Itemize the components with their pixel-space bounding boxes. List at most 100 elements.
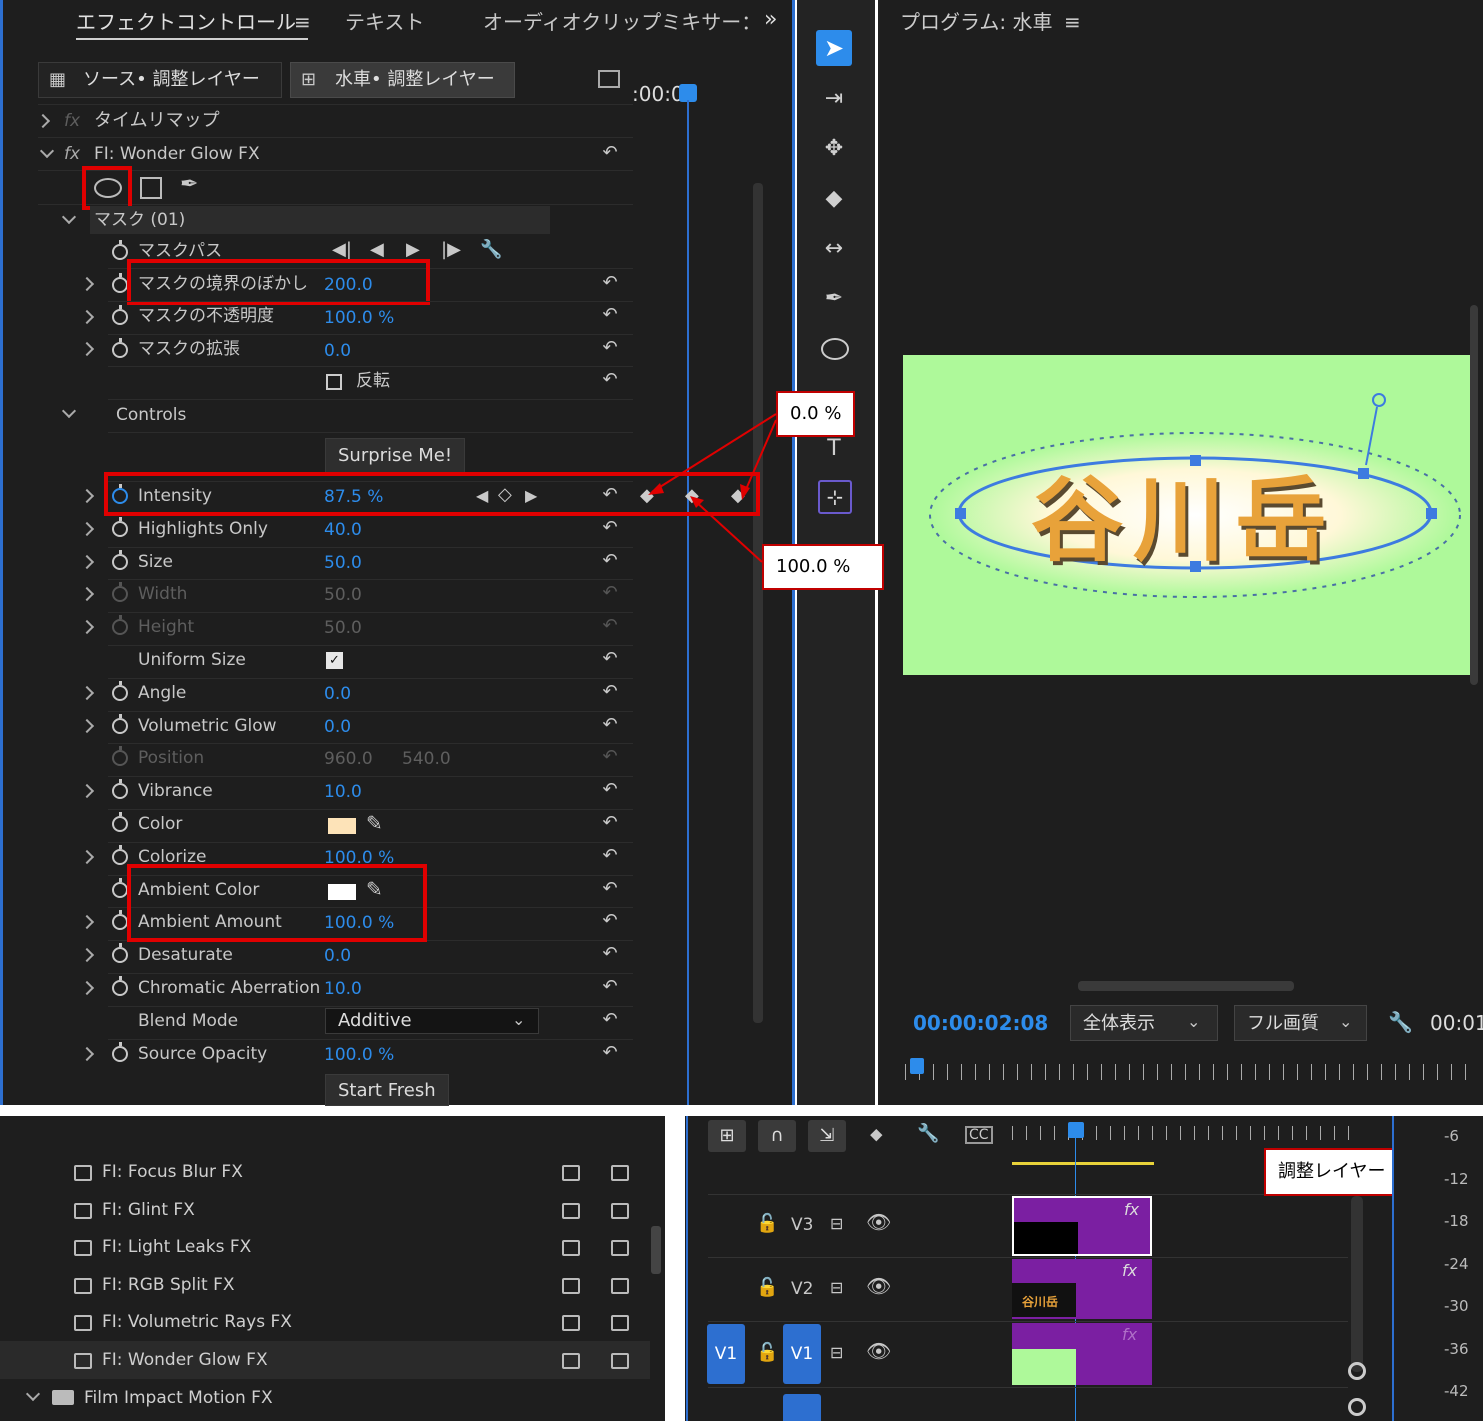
stopwatch-icon[interactable] xyxy=(112,943,128,963)
effect-item[interactable]: FI: Focus Blur FX xyxy=(102,1162,243,1182)
effects-scrollbar[interactable] xyxy=(651,1226,661,1274)
eyedropper-icon[interactable]: ✎ xyxy=(366,813,383,833)
stopwatch-icon[interactable] xyxy=(112,305,128,325)
reset-icon[interactable]: ↶ xyxy=(598,945,622,963)
reset-icon[interactable]: ↶ xyxy=(598,814,622,832)
param-value[interactable]: 10.0 xyxy=(324,782,362,802)
reset-icon[interactable]: ↶ xyxy=(598,781,622,799)
stopwatch-icon[interactable] xyxy=(112,681,128,701)
effect-item[interactable]: FI: Glint FX xyxy=(102,1200,195,1220)
reset-icon[interactable]: ↶ xyxy=(598,1011,622,1029)
sequence-selector[interactable]: ⊞ 水車• 調整レイヤー xyxy=(290,62,515,98)
monitor-scrollbar[interactable] xyxy=(1078,981,1294,991)
program-timecode[interactable]: 00:00:02:08 xyxy=(913,1013,1048,1033)
stopwatch-icon[interactable] xyxy=(112,615,128,635)
track-back-icon[interactable]: ◀ xyxy=(370,240,384,260)
reset-icon[interactable]: ↶ xyxy=(598,339,622,357)
reset-icon[interactable]: ↶ xyxy=(598,584,622,602)
uniform-size-checkbox[interactable]: ✓ xyxy=(326,652,343,669)
type-tool[interactable]: T xyxy=(819,434,849,464)
eye-icon[interactable]: 👁 xyxy=(866,1341,891,1361)
sync-lock-icon[interactable]: ⊟ xyxy=(830,1214,843,1234)
reset-icon[interactable]: ↶ xyxy=(598,650,622,668)
wrench-icon[interactable]: 🔧 xyxy=(917,1124,939,1144)
tab-text[interactable]: テキスト xyxy=(345,12,424,32)
reset-icon[interactable]: ↶ xyxy=(598,978,622,996)
wrench-icon[interactable]: 🔧 xyxy=(480,240,502,260)
reset-icon[interactable]: ↶ xyxy=(598,274,622,292)
eye-icon[interactable]: 👁 xyxy=(866,1276,891,1296)
lock-icon[interactable]: 🔓 xyxy=(756,1343,778,1363)
snap-button[interactable]: ∩ xyxy=(758,1120,796,1152)
monitor-ruler[interactable] xyxy=(905,1064,1475,1080)
adjustment-layer-clip[interactable]: fx xyxy=(1012,1196,1152,1256)
selection-tool[interactable]: ➤ xyxy=(816,30,852,66)
stopwatch-icon[interactable] xyxy=(112,550,128,570)
reset-icon[interactable]: ↶ xyxy=(598,683,622,701)
ellipse-tool[interactable] xyxy=(821,338,849,360)
param-value[interactable]: 960.0 xyxy=(324,749,373,769)
reset-icon[interactable]: ↶ xyxy=(598,306,622,324)
rectangle-mask-icon[interactable] xyxy=(140,177,162,199)
param-value[interactable]: 100.0 % xyxy=(324,1045,394,1065)
stopwatch-icon[interactable] xyxy=(112,517,128,537)
text-area-tool[interactable]: ⊹ xyxy=(818,480,852,514)
fx-toggle-icon[interactable]: fx xyxy=(64,144,80,164)
effect-item[interactable]: FI: RGB Split FX xyxy=(102,1275,235,1295)
tab-audio-clip-mixer[interactable]: オーディオクリップミキサー：カ xyxy=(483,12,758,32)
timeline-vscroll[interactable] xyxy=(1351,1196,1363,1372)
stopwatch-icon[interactable] xyxy=(112,714,128,734)
reset-icon[interactable]: ↶ xyxy=(598,144,622,162)
stopwatch-icon[interactable] xyxy=(112,976,128,996)
reset-icon[interactable]: ↶ xyxy=(598,617,622,635)
work-area-bar[interactable] xyxy=(1012,1162,1154,1165)
param-value[interactable]: 10.0 xyxy=(324,979,362,999)
scroll-handle[interactable] xyxy=(1348,1398,1366,1416)
stopwatch-icon[interactable] xyxy=(112,1042,128,1062)
blend-mode-dropdown[interactable]: Additive ⌄ xyxy=(325,1008,539,1034)
color-matte-clip[interactable]: fx xyxy=(1012,1323,1152,1385)
effect-item[interactable]: FI: Volumetric Rays FX xyxy=(102,1312,292,1332)
reset-icon[interactable]: ↶ xyxy=(598,912,622,930)
param-value[interactable]: 50.0 xyxy=(324,553,362,573)
title-clip[interactable]: 谷川岳 fx xyxy=(1012,1259,1152,1319)
param-value[interactable]: 50.0 xyxy=(324,585,362,605)
tab-effect-controls[interactable]: エフェクトコントロール xyxy=(76,12,296,32)
sync-lock-icon[interactable]: ⊟ xyxy=(830,1278,843,1298)
lock-icon[interactable]: 🔓 xyxy=(756,1214,778,1234)
stopwatch-icon[interactable] xyxy=(112,910,128,930)
scroll-handle[interactable] xyxy=(1348,1362,1366,1380)
razor-tool[interactable]: ◆ xyxy=(819,184,849,214)
param-value[interactable]: 40.0 xyxy=(324,520,362,540)
mask-name[interactable]: マスク (01) xyxy=(94,210,185,230)
timeline-playhead[interactable] xyxy=(1068,1122,1084,1138)
timeline-ruler[interactable] xyxy=(1012,1126,1352,1140)
stopwatch-icon[interactable] xyxy=(112,779,128,799)
color-swatch[interactable] xyxy=(328,818,356,834)
reset-icon[interactable]: ↶ xyxy=(598,519,622,537)
stopwatch-icon[interactable] xyxy=(112,878,128,898)
param-value[interactable]: 50.0 xyxy=(324,618,362,638)
mask-expansion-value[interactable]: 0.0 xyxy=(324,341,351,361)
monitor-vscroll[interactable] xyxy=(1470,305,1478,685)
reset-icon[interactable]: ↶ xyxy=(598,552,622,570)
sync-lock-icon[interactable]: ⊟ xyxy=(830,1343,843,1363)
start-fresh-button[interactable]: Start Fresh xyxy=(325,1074,449,1106)
quality-dropdown[interactable]: フル画質 ⌄ xyxy=(1234,1005,1367,1041)
linked-selection-button[interactable]: ⇲ xyxy=(808,1120,846,1152)
reset-icon[interactable]: ↶ xyxy=(598,716,622,734)
fit-dropdown[interactable]: 全体表示 ⌄ xyxy=(1070,1005,1218,1041)
param-value[interactable]: 0.0 xyxy=(324,717,351,737)
track-select-tool[interactable]: ⇥ xyxy=(819,84,849,114)
track-target-v1[interactable]: V1 xyxy=(783,1324,821,1384)
pen-mask-icon[interactable]: ✒ xyxy=(180,174,198,196)
pen-tool[interactable]: ✒ xyxy=(819,284,849,314)
nest-toggle-button[interactable]: ⊞ xyxy=(708,1120,746,1152)
add-marker-icon[interactable]: ⬥ xyxy=(870,1125,883,1145)
stopwatch-icon[interactable] xyxy=(112,746,128,766)
captions-icon[interactable]: CC xyxy=(965,1126,993,1144)
source-selector[interactable]: ▦ ソース• 調整レイヤー xyxy=(38,62,282,98)
eye-icon[interactable]: 👁 xyxy=(866,1212,891,1232)
stopwatch-icon[interactable] xyxy=(112,273,128,293)
lock-icon[interactable]: 🔓 xyxy=(756,1278,778,1298)
